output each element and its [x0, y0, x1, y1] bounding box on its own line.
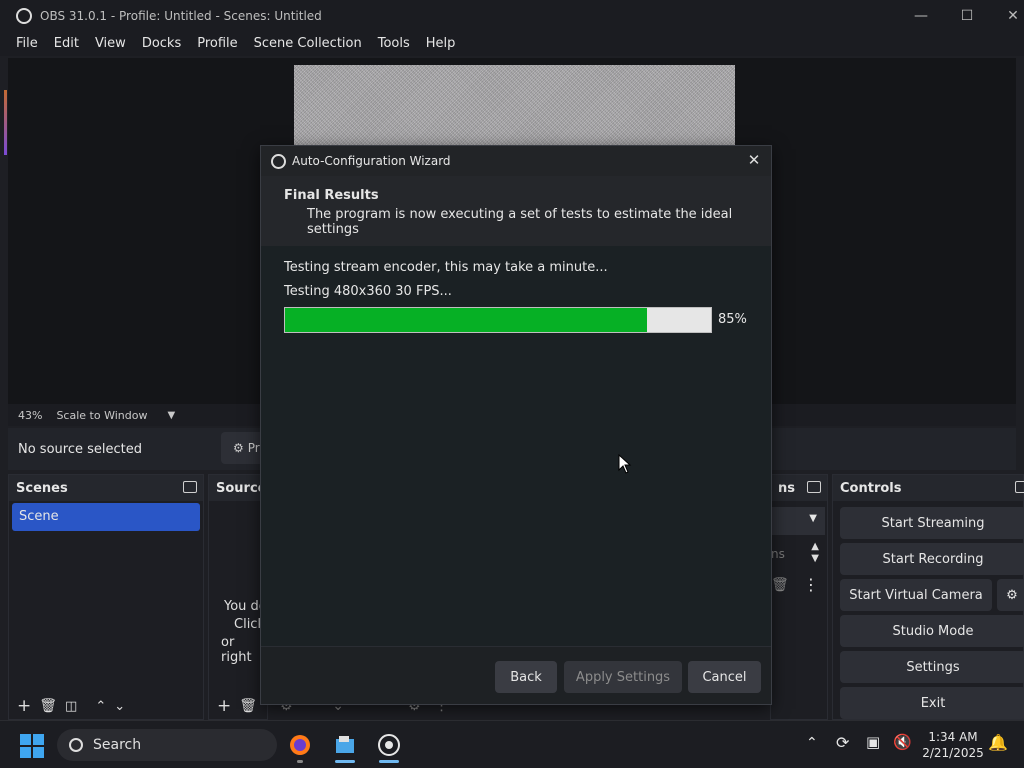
preview-canvas[interactable] — [294, 65, 735, 155]
duration-label: ns — [771, 547, 785, 561]
transitions-dock: ns ▼ ns ▲ ▼ 🗑 ⋮ — [770, 474, 828, 720]
progress-percentage: 85% — [718, 312, 747, 327]
dialog-footer: Back Apply Settings Cancel — [261, 646, 771, 704]
add-icon[interactable]: + — [217, 696, 231, 716]
menu-tools[interactable]: Tools — [370, 32, 418, 56]
trash-icon[interactable]: 🗑 — [39, 698, 57, 714]
obs-logo-icon — [271, 153, 286, 169]
close-icon[interactable]: ✕ — [745, 151, 763, 169]
sources-title: Source — [216, 480, 267, 496]
chevron-up-icon[interactable]: ⌃ — [806, 735, 818, 751]
undock-icon[interactable] — [1015, 481, 1024, 493]
back-button[interactable]: Back — [495, 661, 557, 693]
menu-scene-collection[interactable]: Scene Collection — [246, 32, 370, 56]
scenes-dock-header: Scenes — [9, 475, 203, 501]
start-streaming-button[interactable]: Start Streaming — [840, 507, 1024, 539]
more-icon[interactable]: ⋮ — [803, 575, 819, 594]
taskbar-clock[interactable]: 1:34 AM 2/21/2025 — [918, 729, 988, 761]
zoom-level: 43% — [18, 408, 43, 422]
scene-list-item[interactable]: Scene — [12, 503, 200, 531]
menu-view[interactable]: View — [87, 32, 134, 56]
chevron-down-icon[interactable]: ⌄ — [114, 699, 125, 714]
clock-date: 2/21/2025 — [922, 746, 984, 760]
notification-bell-icon[interactable]: 🔔 — [988, 733, 1008, 752]
dialog-header-title: Final Results — [284, 188, 379, 203]
sources-dock: Source You do Click or right + 🗑 — [208, 474, 268, 720]
properties-label: Pr — [247, 441, 260, 455]
scale-mode-select[interactable]: Scale to Window — [56, 409, 147, 422]
menu-bar: File Edit View Docks Profile Scene Colle… — [0, 32, 1024, 56]
start-virtual-camera-button[interactable]: Start Virtual Camera — [840, 579, 992, 611]
transition-select[interactable]: ▼ — [771, 507, 825, 535]
windows-start-icon[interactable] — [20, 734, 44, 758]
studio-mode-button[interactable]: Studio Mode — [840, 615, 1024, 647]
progress-bar — [284, 307, 712, 333]
window-title: OBS 31.0.1 - Profile: Untitled - Scenes:… — [40, 9, 322, 23]
exit-button[interactable]: Exit — [840, 687, 1024, 719]
menu-file[interactable]: File — [8, 32, 46, 56]
obs-logo-icon — [16, 8, 32, 24]
menu-edit[interactable]: Edit — [46, 32, 87, 56]
network-icon[interactable]: ▣ — [866, 733, 880, 751]
add-icon[interactable]: + — [17, 696, 31, 716]
trash-icon[interactable]: 🗑 — [771, 577, 789, 593]
scenes-title: Scenes — [16, 480, 68, 496]
progress-bar-fill — [285, 308, 648, 332]
chevron-down-icon: ▼ — [809, 513, 817, 524]
title-bar: OBS 31.0.1 - Profile: Untitled - Scenes:… — [0, 0, 1024, 32]
search-icon — [69, 738, 83, 752]
undock-icon[interactable] — [183, 481, 197, 493]
obs-taskbar-icon[interactable] — [373, 729, 405, 763]
gear-icon: ⚙ — [1006, 587, 1018, 603]
sources-dock-header: Source — [209, 475, 267, 501]
undock-icon[interactable] — [807, 481, 821, 493]
taskbar-search-box[interactable]: Search — [57, 729, 277, 761]
virtual-camera-settings-button[interactable]: ⚙ — [997, 579, 1024, 611]
chevron-down-icon[interactable]: ▼ — [167, 410, 175, 421]
dialog-title: Auto-Configuration Wizard — [292, 154, 451, 168]
controls-dock-header: Controls — [833, 475, 1024, 501]
controls-title: Controls — [840, 480, 902, 496]
start-recording-button[interactable]: Start Recording — [840, 543, 1024, 575]
menu-help[interactable]: Help — [418, 32, 464, 56]
firefox-icon[interactable] — [284, 729, 316, 763]
no-source-label: No source selected — [18, 441, 142, 457]
duration-stepper[interactable]: ▲ ▼ — [811, 541, 819, 565]
dialog-header-subtitle: The program is now executing a set of te… — [307, 207, 733, 237]
sources-toolbar: + 🗑 — [209, 693, 267, 719]
scenes-toolbar: + 🗑 ◫ ⌃ ⌄ — [9, 693, 203, 719]
status-line-1: Testing stream encoder, this may take a … — [284, 260, 608, 275]
taskbar: Search ⌃ ⟳ ▣ 🔇 1:34 AM 2/21/2025 🔔 — [0, 720, 1024, 768]
left-accent-bar — [4, 90, 7, 155]
transitions-dock-header: ns — [771, 475, 827, 501]
maximize-button[interactable]: ☐ — [944, 0, 990, 32]
filter-icon[interactable]: ◫ — [65, 699, 77, 714]
gear-icon: ⚙ — [233, 441, 244, 455]
close-window-button[interactable]: ✕ — [990, 0, 1024, 32]
status-line-2: Testing 480x360 30 FPS... — [284, 284, 452, 299]
cancel-button[interactable]: Cancel — [688, 661, 761, 693]
transitions-title: ns — [778, 480, 795, 496]
menu-profile[interactable]: Profile — [189, 32, 245, 56]
clock-time: 1:34 AM — [928, 730, 978, 744]
mouse-cursor-icon — [618, 454, 632, 474]
search-label: Search — [93, 737, 142, 753]
minimize-button[interactable]: — — [898, 0, 944, 32]
menu-docks[interactable]: Docks — [134, 32, 189, 56]
dialog-title-bar: Auto-Configuration Wizard ✕ — [261, 146, 771, 176]
controls-dock: Controls Start Streaming Start Recording… — [832, 474, 1024, 720]
sync-icon[interactable]: ⟳ — [836, 733, 849, 752]
apply-settings-button[interactable]: Apply Settings — [564, 661, 682, 693]
scenes-dock: Scenes Scene + 🗑 ◫ ⌃ ⌄ — [8, 474, 204, 720]
settings-button[interactable]: Settings — [840, 651, 1024, 683]
dialog-body — [261, 246, 771, 646]
volume-muted-icon[interactable]: 🔇 — [893, 733, 912, 751]
file-explorer-icon[interactable] — [329, 729, 361, 763]
dialog-header: Final Results The program is now executi… — [261, 176, 771, 246]
chevron-up-icon[interactable]: ⌃ — [95, 699, 106, 714]
auto-config-wizard-dialog: Auto-Configuration Wizard ✕ Final Result… — [260, 145, 772, 705]
trash-icon[interactable]: 🗑 — [239, 698, 257, 714]
